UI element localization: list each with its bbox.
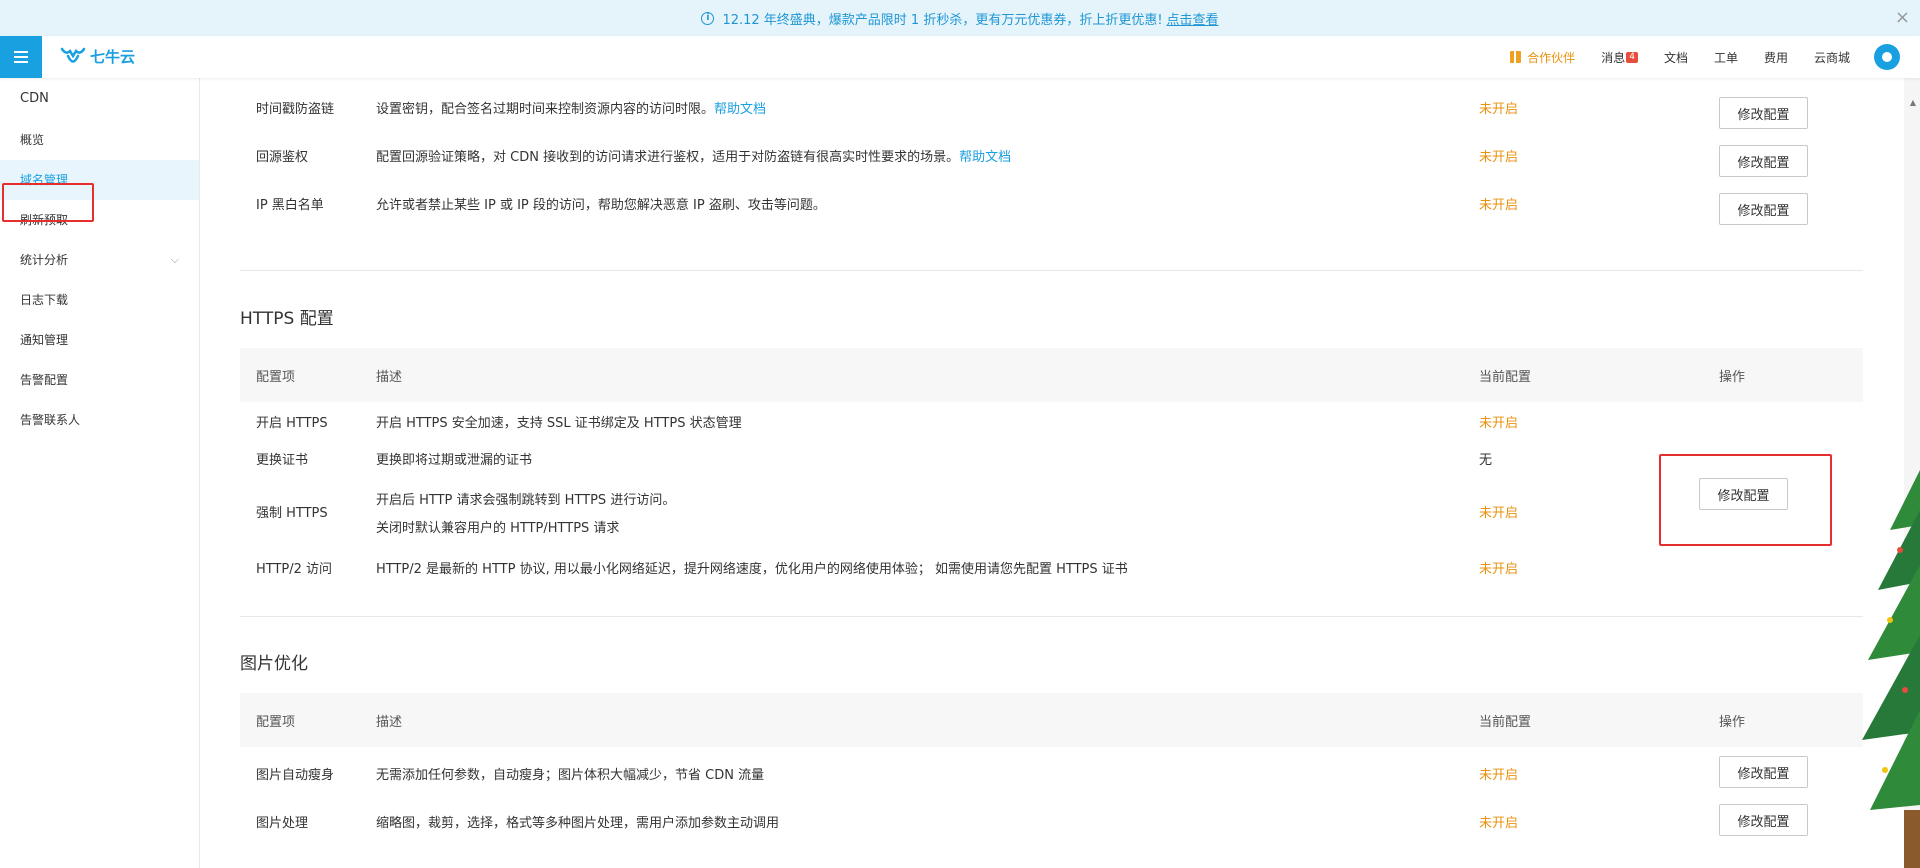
section-divider: [240, 616, 1863, 617]
row-desc: HTTP/2 是最新的 HTTP 协议, 用以最小化网络延迟，提升网络速度，优化…: [376, 562, 1128, 577]
hamburger-icon: [14, 56, 28, 58]
row-desc-text: 配置回源验证策略，对 CDN 接收到的访问请求进行鉴权，适用于对防盗链有很高实时…: [376, 150, 960, 165]
announcement-text: 12.12 年终盛典，爆款产品限时 1 折秒杀，更有万元优惠券，折上折更优惠!: [722, 12, 1163, 28]
chevron-down-icon: ⌵: [170, 253, 179, 266]
table-row: 时间戳防盗链 设置密钥，配合签名过期时间来控制资源内容的访问时限。帮助文档 未开…: [240, 88, 1863, 129]
header-item: 配置项: [256, 715, 296, 730]
header-desc: 描述: [376, 370, 403, 385]
gift-icon: [1510, 51, 1522, 63]
announcement-link[interactable]: 点击查看: [1167, 9, 1219, 28]
sidebar-item-statistics[interactable]: 统计分析 ⌵: [0, 240, 199, 280]
row-name: HTTP/2 访问: [256, 562, 333, 577]
sidebar-item-label: 统计分析: [20, 253, 69, 267]
modify-config-button[interactable]: 修改配置: [1719, 193, 1808, 225]
https-section-title: HTTPS 配置: [240, 309, 334, 329]
row-name: 图片处理: [256, 816, 309, 831]
status-text: 未开启: [1479, 102, 1519, 117]
message-count-badge: 4: [1626, 51, 1638, 63]
sidebar-title: CDN: [20, 91, 49, 106]
status-text: 未开启: [1479, 768, 1519, 783]
header-op: 操作: [1719, 715, 1746, 730]
sidebar-item-alert-config[interactable]: 告警配置: [0, 360, 199, 400]
help-doc-link[interactable]: 帮助文档: [714, 102, 766, 117]
nav-partner[interactable]: 合作伙伴: [1510, 49, 1575, 66]
header-current: 当前配置: [1479, 370, 1532, 385]
status-text: 未开启: [1479, 816, 1519, 831]
row-desc: 缩略图，裁剪，选择，格式等多种图片处理，需用户添加参数主动调用: [376, 816, 780, 831]
avatar[interactable]: [1874, 44, 1900, 70]
nav-docs[interactable]: 文档: [1664, 49, 1688, 66]
logo[interactable]: 七牛云: [60, 46, 135, 67]
row-desc: 允许或者禁止某些 IP 或 IP 段的访问，帮助您解决恶意 IP 盗刷、攻击等问…: [376, 198, 826, 213]
qiniu-logo-icon: [60, 47, 86, 63]
image-opt-table-header: 配置项 描述 当前配置 操作: [240, 693, 1863, 747]
logo-text: 七牛云: [90, 48, 136, 66]
highlight-box-sidebar: [2, 183, 94, 222]
row-desc: 开启 HTTPS 安全加速，支持 SSL 证书绑定及 HTTPS 状态管理: [376, 416, 742, 431]
nav-messages-label: 消息: [1601, 50, 1626, 65]
nav-tickets[interactable]: 工单: [1714, 49, 1738, 66]
table-row: 图片自动瘦身 无需添加任何参数，自动瘦身；图片体积大幅减少，节省 CDN 流量 …: [240, 756, 1863, 788]
sidebar-item-alert-contacts[interactable]: 告警联系人: [0, 400, 199, 440]
modify-config-button[interactable]: 修改配置: [1719, 804, 1808, 836]
main-content: 时间戳防盗链 设置密钥，配合签名过期时间来控制资源内容的访问时限。帮助文档 未开…: [220, 78, 1880, 868]
user-icon: [1882, 52, 1892, 62]
nav-marketplace[interactable]: 云商城: [1814, 49, 1850, 66]
https-table-header: 配置项 描述 当前配置 操作: [240, 348, 1863, 402]
menu-button[interactable]: [0, 36, 42, 78]
header-desc: 描述: [376, 715, 403, 730]
status-text: 未开启: [1479, 562, 1519, 577]
status-text: 未开启: [1479, 506, 1519, 521]
row-desc: 设置密钥，配合签名过期时间来控制资源内容的访问时限。帮助文档: [376, 98, 766, 117]
row-desc: 配置回源验证策略，对 CDN 接收到的访问请求进行鉴权，适用于对防盗链有很高实时…: [376, 146, 1011, 165]
table-row: IP 黑白名单 允许或者禁止某些 IP 或 IP 段的访问，帮助您解决恶意 IP…: [240, 184, 1863, 225]
christmas-tree-icon: [1862, 470, 1920, 868]
sidebar-item-log-download[interactable]: 日志下载: [0, 280, 199, 320]
table-row: 回源鉴权 配置回源验证策略，对 CDN 接收到的访问请求进行鉴权，适用于对防盗链…: [240, 136, 1863, 177]
row-name: 更换证书: [256, 453, 309, 468]
header-item: 配置项: [256, 370, 296, 385]
help-doc-link[interactable]: 帮助文档: [959, 150, 1011, 165]
row-desc-text: 设置密钥，配合签名过期时间来控制资源内容的访问时限。: [376, 102, 715, 117]
status-text: 无: [1479, 453, 1493, 468]
highlight-box-https: [1659, 454, 1832, 546]
row-name: 图片自动瘦身: [256, 768, 335, 783]
sidebar-item-notification[interactable]: 通知管理: [0, 320, 199, 360]
header-op: 操作: [1719, 370, 1746, 385]
info-icon: i: [701, 11, 715, 25]
row-desc: 更换即将过期或泄漏的证书: [376, 453, 533, 468]
row-name: IP 黑白名单: [256, 198, 324, 213]
nav-messages[interactable]: 消息 4: [1601, 49, 1638, 66]
table-row: HTTP/2 访问 HTTP/2 是最新的 HTTP 协议, 用以最小化网络延迟…: [240, 558, 1863, 578]
row-name: 时间戳防盗链: [256, 102, 335, 117]
scroll-up-icon[interactable]: ▲: [1910, 98, 1916, 107]
table-row: 强制 HTTPS 开启后 HTTP 请求会强制跳转到 HTTPS 进行访问。 关…: [240, 489, 1863, 539]
modify-config-button[interactable]: 修改配置: [1719, 145, 1808, 177]
image-opt-section-title: 图片优化: [240, 654, 308, 674]
sidebar-item-overview[interactable]: 概览: [0, 120, 199, 160]
close-icon[interactable]: ×: [1895, 7, 1910, 28]
section-divider: [240, 270, 1863, 271]
row-name: 强制 HTTPS: [256, 506, 328, 521]
row-desc: 无需添加任何参数，自动瘦身；图片体积大幅减少，节省 CDN 流量: [376, 768, 765, 783]
row-name: 回源鉴权: [256, 150, 309, 165]
table-row: 图片处理 缩略图，裁剪，选择，格式等多种图片处理，需用户添加参数主动调用 未开启…: [240, 804, 1863, 836]
announcement-bar: i 12.12 年终盛典，爆款产品限时 1 折秒杀，更有万元优惠券，折上折更优惠…: [0, 0, 1920, 36]
header-nav: 合作伙伴 消息 4 文档 工单 费用 云商城: [1484, 36, 1850, 78]
modify-config-button[interactable]: 修改配置: [1719, 97, 1808, 129]
nav-partner-label: 合作伙伴: [1527, 50, 1576, 65]
table-row: 更换证书 更换即将过期或泄漏的证书 无: [240, 449, 1863, 469]
row-desc-line2: 关闭时默认兼容用户的 HTTP/HTTPS 请求: [376, 521, 620, 536]
row-name: 开启 HTTPS: [256, 416, 328, 431]
top-header: 七牛云 合作伙伴 消息 4 文档 工单 费用 云商城: [0, 36, 1920, 78]
nav-billing[interactable]: 费用: [1764, 49, 1788, 66]
row-desc: 开启后 HTTP 请求会强制跳转到 HTTPS 进行访问。: [376, 493, 676, 508]
modify-config-button[interactable]: 修改配置: [1719, 756, 1808, 788]
header-current: 当前配置: [1479, 715, 1532, 730]
table-row: 开启 HTTPS 开启 HTTPS 安全加速，支持 SSL 证书绑定及 HTTP…: [240, 412, 1863, 432]
status-text: 未开启: [1479, 416, 1519, 431]
status-text: 未开启: [1479, 198, 1519, 213]
status-text: 未开启: [1479, 150, 1519, 165]
